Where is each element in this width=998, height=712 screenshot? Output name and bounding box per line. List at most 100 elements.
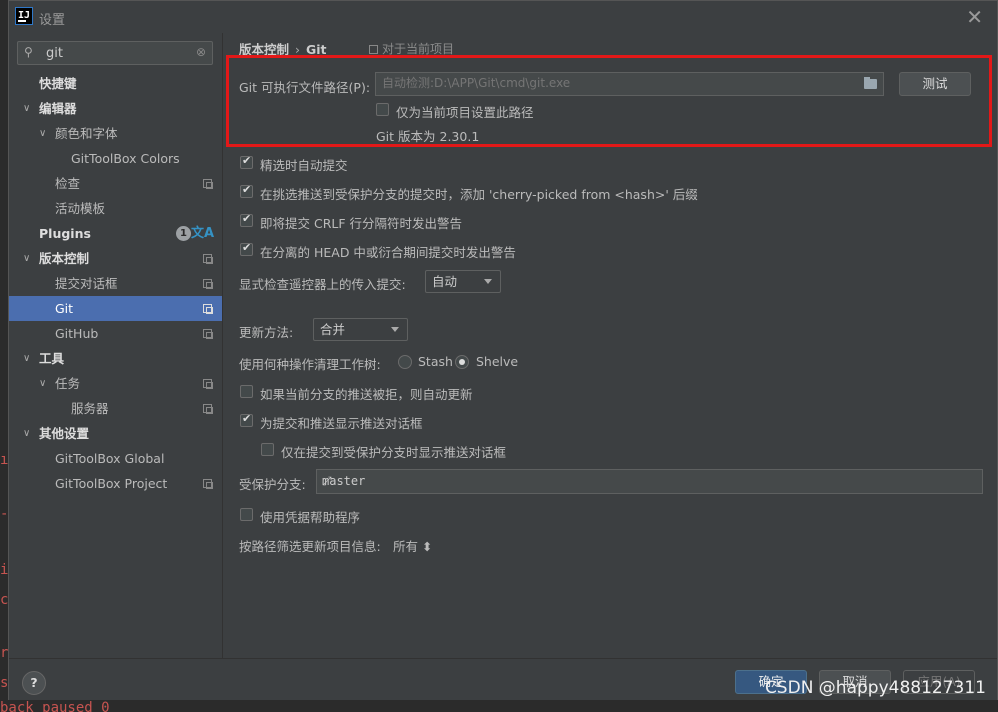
settings-dialog: IJ 设置 ✕ ⚲ ⊗ 快捷键 ∨ 编辑器 ∨ 颜色和字体 GitToolBox Colo…	[8, 0, 998, 700]
sidebar-item[interactable]: 快捷键	[9, 71, 222, 96]
project-scope-label: 对于当前项目	[382, 42, 455, 56]
sidebar-item[interactable]: ∨ 工具	[9, 346, 222, 371]
sidebar-item-label: GitToolBox Project	[55, 476, 168, 491]
sidebar-item[interactable]: 服务器	[9, 396, 222, 421]
chevron-down-icon[interactable]: ∨	[23, 346, 30, 371]
chevron-down-icon	[484, 279, 492, 284]
stash-radio[interactable]	[398, 355, 412, 369]
update-count-badge: 1	[176, 226, 191, 241]
help-button[interactable]: ?	[22, 671, 46, 695]
crlf-warning-label: 即将提交 CRLF 行分隔符时发出警告	[260, 216, 463, 231]
window-title: 设置	[39, 13, 66, 28]
browse-folder-icon[interactable]	[864, 77, 877, 89]
push-dialog-checkbox[interactable]	[240, 412, 253, 427]
push-dialog-protected-checkbox[interactable]	[261, 443, 274, 456]
push-dialog-label: 为提交和推送显示推送对话框	[260, 416, 423, 431]
sidebar-item[interactable]: GitHub	[9, 321, 222, 346]
settings-search[interactable]: ⚲ ⊗	[17, 41, 213, 65]
project-scope-icon	[369, 45, 378, 54]
git-version-text: Git 版本为 2.30.1	[376, 129, 480, 144]
filter-dropdown[interactable]: 所有 ⬍	[393, 536, 432, 555]
search-input[interactable]	[46, 44, 196, 62]
git-path-field[interactable]	[375, 72, 884, 96]
sidebar-item-label: 活动模板	[55, 201, 106, 216]
project-level-icon	[203, 254, 213, 264]
project-level-icon	[203, 304, 213, 314]
sidebar-item[interactable]: 活动模板	[9, 196, 222, 221]
project-level-icon	[203, 379, 213, 389]
protected-branches-field[interactable]: master ⤢	[316, 469, 983, 494]
sidebar-item[interactable]: 提交对话框	[9, 271, 222, 296]
sidebar-item[interactable]: GitToolBox Global	[9, 446, 222, 471]
git-path-input[interactable]	[382, 76, 852, 90]
cherry-pick-checkbox[interactable]	[240, 183, 253, 198]
chevron-down-icon[interactable]: ∨	[23, 421, 30, 446]
project-level-icon	[203, 179, 213, 189]
sidebar-item-label: GitToolBox Global	[55, 451, 165, 466]
sidebar-item[interactable]: ∨ 任务	[9, 371, 222, 396]
sidebar-item[interactable]: Plugins 1 文A	[9, 221, 222, 246]
auto-update-checkbox[interactable]	[240, 385, 253, 398]
detached-head-checkbox[interactable]	[240, 241, 253, 256]
sidebar-item-label: GitHub	[55, 326, 99, 341]
auto-commit-checkbox[interactable]	[240, 154, 253, 169]
chevron-down-icon[interactable]: ∨	[39, 121, 46, 146]
close-icon[interactable]: ✕	[966, 5, 983, 29]
chevron-down-icon[interactable]: ∨	[23, 96, 30, 121]
settings-sidebar: ⚲ ⊗ 快捷键 ∨ 编辑器 ∨ 颜色和字体 GitToolBox Colors 检查活动模板…	[9, 33, 222, 658]
update-method-dropdown[interactable]: 合并	[313, 318, 408, 341]
sidebar-item-label: Git	[55, 301, 74, 316]
clean-tree-label: 使用何种操作清理工作树:	[239, 357, 381, 372]
incoming-commits-dropdown[interactable]: 自动	[425, 270, 501, 293]
sidebar-item-label: 颜色和字体	[55, 126, 118, 141]
sidebar-item-label: 版本控制	[39, 251, 90, 266]
push-dialog-protected-label: 仅在提交到受保护分支时显示推送对话框	[281, 445, 507, 460]
sidebar-item-label: 检查	[55, 176, 81, 191]
credential-helper-label: 使用凭据帮助程序	[260, 510, 361, 525]
title-bar: IJ 设置 ✕	[9, 1, 997, 33]
incoming-commits-value: 自动	[432, 274, 458, 289]
sidebar-item[interactable]: ∨ 颜色和字体	[9, 121, 222, 146]
credential-helper-checkbox[interactable]	[240, 508, 253, 521]
annotation-highlight-box	[226, 55, 992, 147]
sidebar-item[interactable]: 检查	[9, 171, 222, 196]
expand-icon[interactable]: ⤢	[322, 474, 976, 489]
project-only-label: 仅为当前项目设置此路径	[396, 105, 534, 120]
intellij-app-icon: IJ	[15, 7, 33, 25]
project-level-icon	[203, 329, 213, 339]
csdn-watermark: CSDN @happy488127311	[764, 678, 986, 698]
test-git-button[interactable]: 测试	[899, 72, 971, 96]
sidebar-item[interactable]: ∨ 编辑器	[9, 96, 222, 121]
chevron-down-icon[interactable]: ∨	[23, 246, 30, 271]
project-level-icon	[203, 404, 213, 414]
project-only-checkbox[interactable]	[376, 103, 389, 116]
sidebar-item[interactable]: GitToolBox Project	[9, 471, 222, 496]
sidebar-item-label: 编辑器	[39, 101, 77, 116]
stash-label: Stash	[418, 354, 453, 369]
sidebar-item[interactable]: ∨ 其他设置	[9, 421, 222, 446]
shelve-label: Shelve	[476, 354, 519, 369]
sidebar-item-label: 快捷键	[39, 76, 77, 91]
sidebar-item[interactable]: ∨ 版本控制	[9, 246, 222, 271]
sidebar-item-label: GitToolBox Colors	[71, 151, 180, 166]
update-method-label: 更新方法:	[239, 325, 294, 340]
chevron-down-icon[interactable]: ∨	[39, 371, 46, 396]
translate-icon: 文A	[190, 226, 214, 241]
shelve-radio[interactable]	[455, 355, 469, 369]
protected-branches-label: 受保护分支:	[239, 477, 306, 492]
git-settings-panel: 版本控制›Git 对于当前项目 Git 可执行文件路径(P): 测试 仅为当前项…	[223, 33, 997, 658]
git-path-label: Git 可执行文件路径(P):	[239, 80, 371, 95]
chevron-down-icon	[391, 327, 399, 332]
sidebar-item-label: 服务器	[71, 401, 109, 416]
sidebar-item-label: Plugins	[39, 226, 91, 241]
clear-search-icon[interactable]: ⊗	[196, 45, 206, 59]
auto-commit-label: 精选时自动提交	[260, 158, 348, 173]
crlf-warning-checkbox[interactable]	[240, 212, 253, 227]
sidebar-item-label: 任务	[55, 376, 81, 391]
update-method-value: 合并	[320, 322, 346, 337]
auto-update-label: 如果当前分支的推送被拒，则自动更新	[260, 387, 473, 402]
project-level-icon	[203, 279, 213, 289]
filter-label: 按路径筛选更新项目信息:	[239, 539, 381, 554]
sidebar-item[interactable]: Git	[9, 296, 222, 321]
sidebar-item[interactable]: GitToolBox Colors	[9, 146, 222, 171]
